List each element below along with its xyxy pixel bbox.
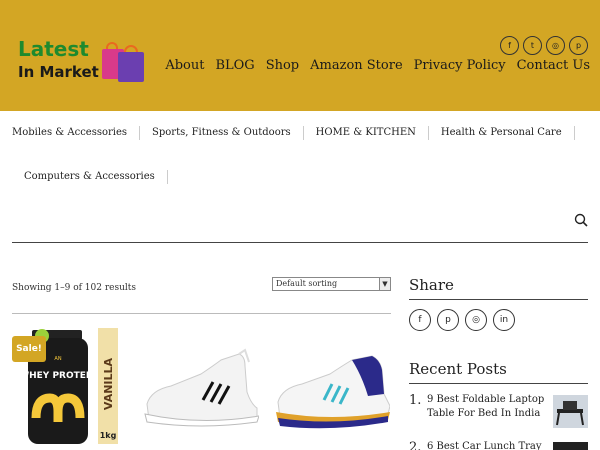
category-sports[interactable]: Sports, Fitness & Outdoors xyxy=(140,126,304,140)
product-side-text: VANILLA xyxy=(102,357,115,410)
sort-select[interactable]: Default sorting ▼ xyxy=(272,277,391,291)
nav-about[interactable]: About xyxy=(165,58,204,73)
site-header: Latest In Market f t ◎ p About BLOG Shop… xyxy=(0,0,600,111)
instagram-icon[interactable]: ◎ xyxy=(546,36,565,55)
recent-post-link[interactable]: 6 Best Car Lunch Tray xyxy=(427,440,547,450)
recent-post-number: 2. xyxy=(409,440,422,450)
logo-line1: Latest xyxy=(18,37,89,61)
nav-shop[interactable]: Shop xyxy=(266,58,299,73)
linkedin-icon[interactable]: in xyxy=(493,309,515,331)
recent-post-thumbnail[interactable] xyxy=(553,395,588,428)
recent-post-thumbnail[interactable] xyxy=(553,442,588,450)
share-links: f p ◎ in xyxy=(409,309,515,331)
category-mobiles[interactable]: Mobiles & Accessories xyxy=(12,126,141,140)
chevron-down-icon: ▼ xyxy=(379,278,390,290)
nav-contact-us[interactable]: Contact Us xyxy=(517,58,590,73)
category-menu-row1: Mobiles & Accessories Sports, Fitness & … xyxy=(12,126,575,140)
category-menu-row2: Computers & Accessories xyxy=(12,170,168,184)
shopping-bag-icon xyxy=(118,52,144,82)
main-nav: About BLOG Shop Amazon Store Privacy Pol… xyxy=(165,58,590,73)
logo-line2: In Market xyxy=(18,63,99,81)
recent-posts-divider xyxy=(409,383,588,384)
share-title: Share xyxy=(409,276,454,294)
recent-posts-title: Recent Posts xyxy=(409,360,507,378)
site-logo[interactable]: Latest In Market xyxy=(18,38,148,86)
facebook-icon[interactable]: f xyxy=(409,309,431,331)
product-label-text: WHEY PROTEIN xyxy=(19,371,97,381)
svg-text:AN: AN xyxy=(54,356,61,362)
nav-blog[interactable]: BLOG xyxy=(215,58,254,73)
recent-post-number: 1. xyxy=(409,393,422,408)
facebook-icon[interactable]: f xyxy=(500,36,519,55)
product-weight-text: 1kg xyxy=(100,431,117,440)
search-divider xyxy=(12,242,588,243)
nav-privacy-policy[interactable]: Privacy Policy xyxy=(414,58,506,73)
category-home-kitchen[interactable]: HOME & KITCHEN xyxy=(304,126,429,140)
pinterest-icon[interactable]: p xyxy=(569,36,588,55)
sort-selected-value: Default sorting xyxy=(276,279,338,288)
product-image-white-shoe xyxy=(144,348,260,427)
pinterest-icon[interactable]: p xyxy=(437,309,459,331)
product-card-blue-shoe[interactable] xyxy=(272,326,391,450)
result-count: Showing 1–9 of 102 results xyxy=(12,283,137,293)
logo-text: Latest In Market xyxy=(18,38,99,83)
header-social-links: f t ◎ p xyxy=(500,36,588,55)
product-image-blue-shoe xyxy=(276,355,391,429)
twitter-icon[interactable]: t xyxy=(523,36,542,55)
instagram-icon[interactable]: ◎ xyxy=(465,309,487,331)
sale-badge: Sale! xyxy=(12,336,46,362)
nav-amazon-store[interactable]: Amazon Store xyxy=(310,58,403,73)
category-computers[interactable]: Computers & Accessories xyxy=(12,170,168,184)
search-icon[interactable] xyxy=(574,213,588,227)
category-health[interactable]: Health & Personal Care xyxy=(429,126,575,140)
shop-divider xyxy=(12,313,391,314)
share-divider xyxy=(409,299,588,300)
recent-post-link[interactable]: 9 Best Foldable Laptop Table For Bed In … xyxy=(427,393,547,421)
product-card-white-shoe[interactable] xyxy=(141,326,260,450)
